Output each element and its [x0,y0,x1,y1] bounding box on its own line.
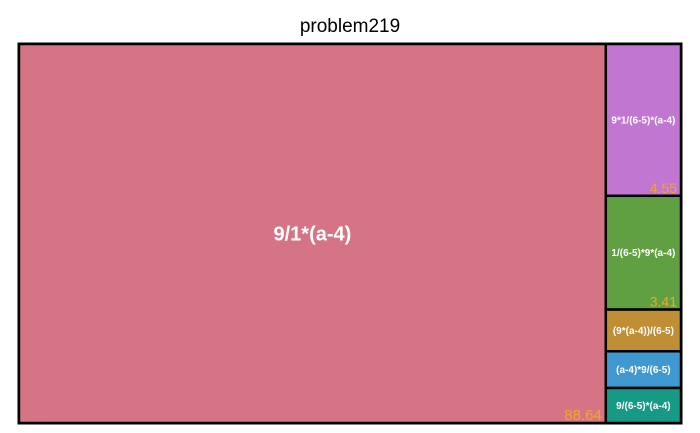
tile-value: 3.41 [650,294,677,310]
treemap-chart: 9/1*(a-4)88.649*1/(6-5)*(a-4)4.551/(6-5)… [17,42,683,425]
tile-label: (a-4)*9/(6-5) [616,365,670,376]
tile-label: 9/1*(a-4) [273,224,351,246]
treemap-tile-9-a-4-6-5: (9*(a-4))/(6-5) [604,308,683,353]
tile-label: 9*1/(6-5)*(a-4) [611,115,675,126]
tile-value: 88.64 [564,407,602,424]
treemap-tile-9-1-6-5-a-4: 9*1/(6-5)*(a-4) 4.55 [604,42,683,198]
treemap-tile-1-6-5-9-a-4: 1/(6-5)*9*(a-4) 3.41 [604,194,683,311]
tile-label: 9/(6-5)*(a-4) [616,401,670,412]
treemap-tile-9-6-5-a-4: 9/(6-5)*(a-4) [604,386,683,425]
tile-value: 4.55 [650,180,677,196]
tile-label: 1/(6-5)*9*(a-4) [611,248,675,259]
treemap-tile-a-4-9-6-5: (a-4)*9/(6-5) [604,350,683,390]
tile-label: (9*(a-4))/(6-5) [613,326,674,337]
treemap-tile-9-1-a-4: 9/1*(a-4) 88.64 [17,42,608,425]
